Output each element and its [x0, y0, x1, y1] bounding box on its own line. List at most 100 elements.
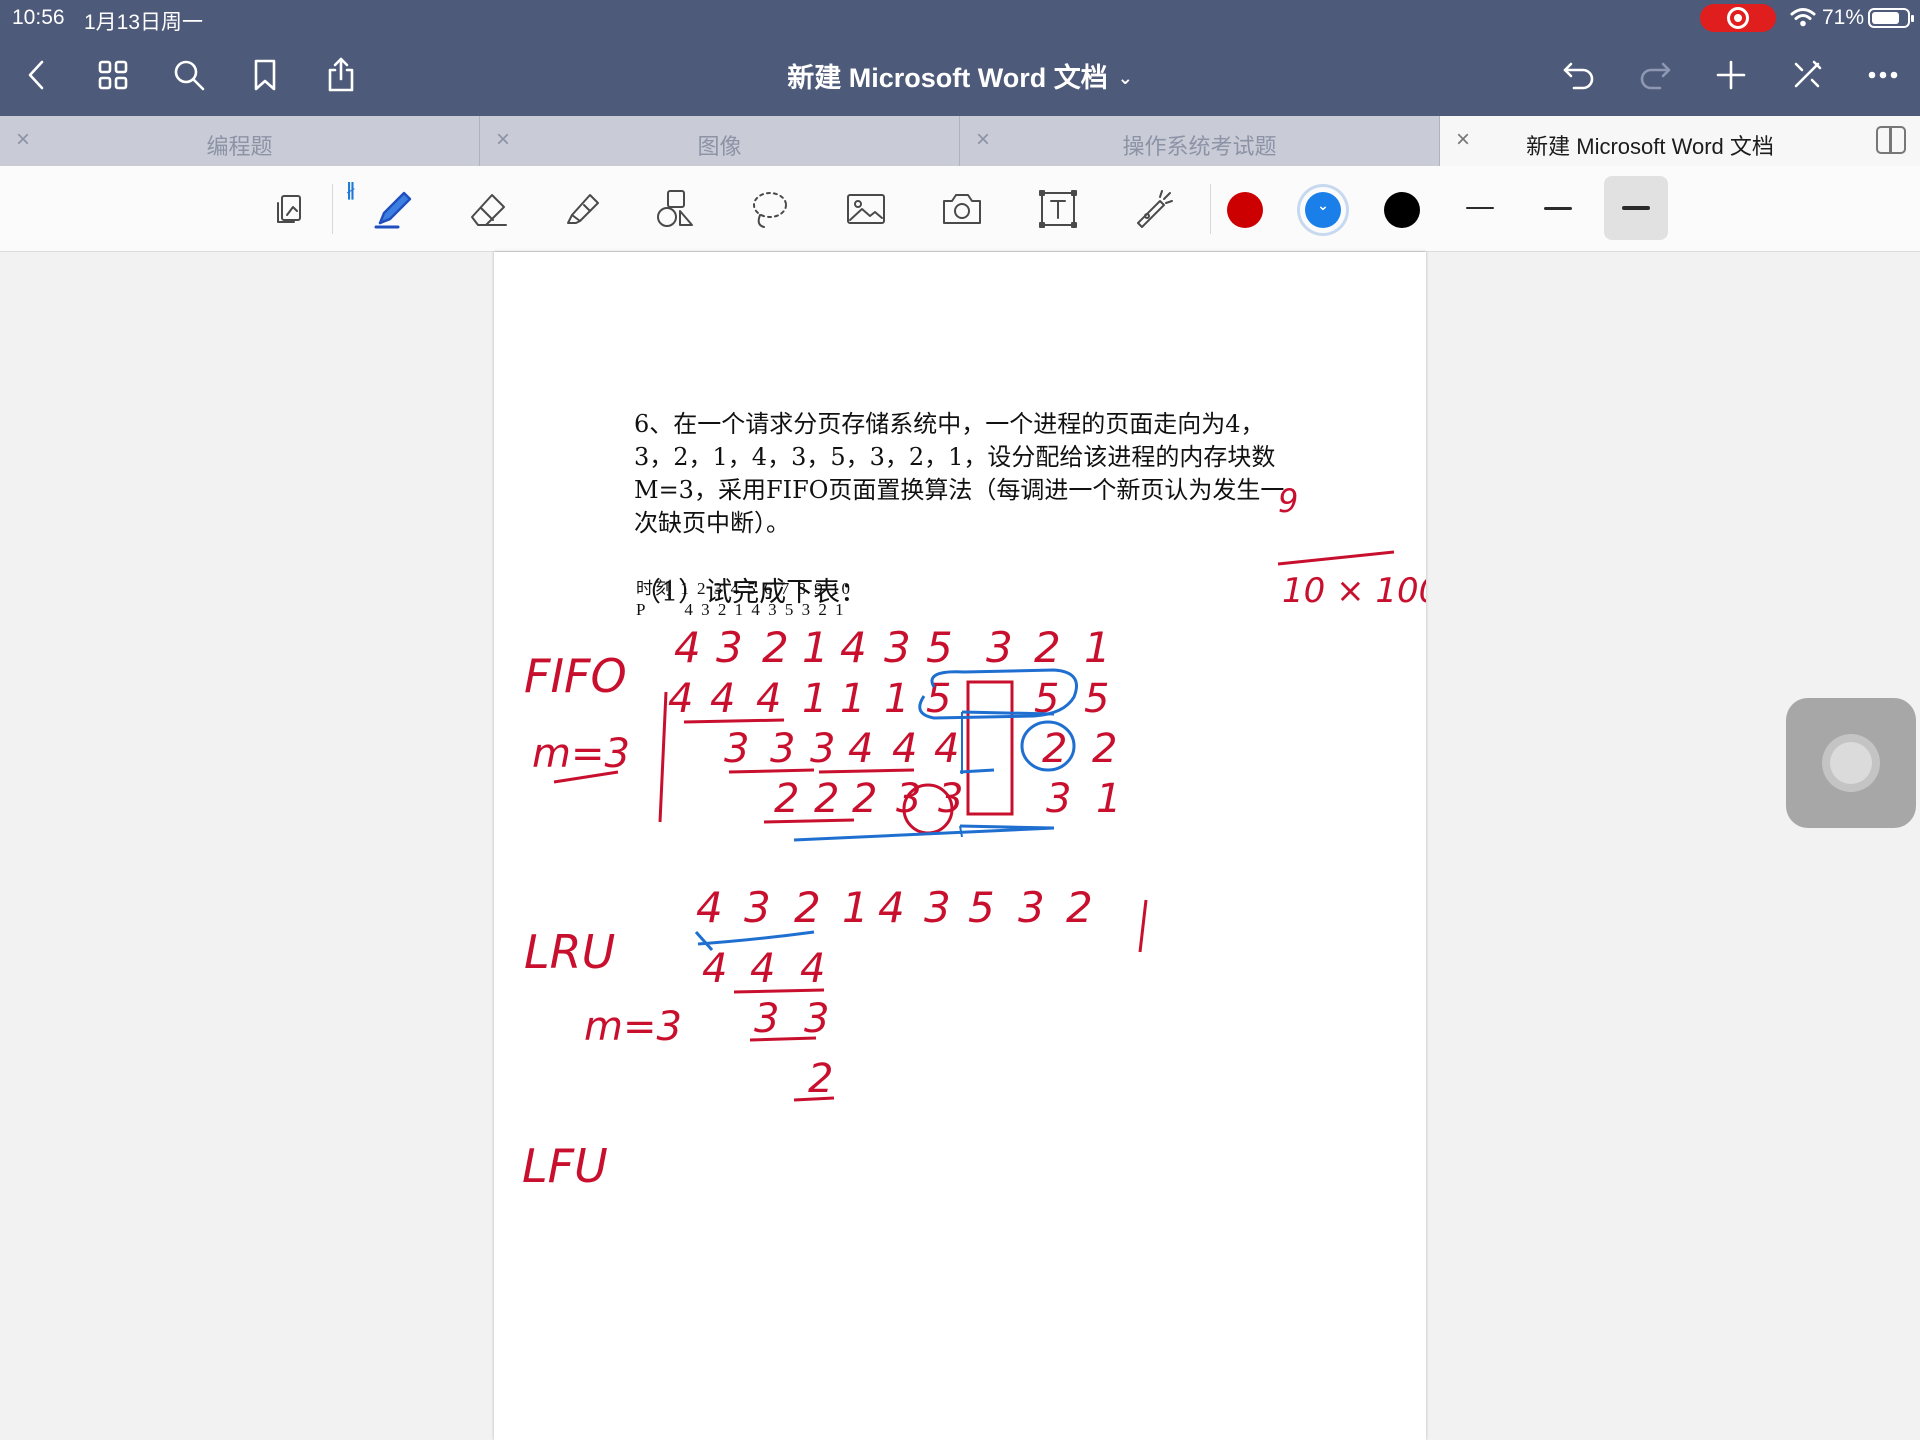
- ink-sequence-digit: 3: [986, 623, 1013, 672]
- ink-stroke: [1138, 899, 1148, 953]
- app-nav-bar: 新建 Microsoft Word 文档 ⌄: [0, 36, 1920, 116]
- ink-frame-digit: 1: [802, 676, 827, 722]
- ink-frame-digit: 2: [808, 1056, 833, 1102]
- redo-icon[interactable]: [1630, 50, 1680, 100]
- record-icon: [1727, 7, 1749, 29]
- highlighter-icon[interactable]: [552, 180, 612, 238]
- camera-icon[interactable]: [932, 180, 992, 238]
- more-icon[interactable]: [1858, 50, 1908, 100]
- tab-image[interactable]: × 图像: [480, 116, 960, 166]
- document-page[interactable]: 6、在一个请求分页存储系统中，一个进程的页面走向为4，3，2，1，4，3，5，3…: [494, 252, 1426, 1440]
- ink-sequence-digit: 5: [926, 623, 953, 672]
- ink-frame-digit: 5: [926, 676, 951, 722]
- ink-label-m: m=3: [532, 731, 630, 777]
- ink-frame-digit: 4: [848, 726, 873, 772]
- ink-frame-digit: 3: [896, 776, 921, 822]
- ink-frame-digit: 2: [1092, 726, 1117, 772]
- tab-label: 新建 Microsoft Word 文档: [1526, 134, 1774, 159]
- ink-frame-digit: 4: [702, 946, 727, 992]
- ink-sequence-digit: 1: [842, 883, 869, 932]
- text-icon[interactable]: [1028, 180, 1088, 238]
- ink-frame-digit: 2: [774, 776, 799, 822]
- tab-label: 编程题: [206, 134, 273, 159]
- tab-programming[interactable]: × 编程题: [0, 116, 480, 166]
- ink-blue-line: [793, 826, 1055, 842]
- ink-frame-digit: 4: [750, 946, 775, 992]
- read-mode-icon[interactable]: [262, 180, 322, 238]
- close-toolbar-icon[interactable]: [1782, 50, 1832, 100]
- tab-label: 图像: [697, 134, 742, 159]
- ink-box: [966, 680, 1014, 816]
- ink-label-fifo: FIFO: [524, 649, 627, 703]
- ink-underline: [818, 768, 915, 774]
- ink-frame-digit: 1: [884, 676, 909, 722]
- ink-frame-digit: 5: [1084, 676, 1109, 722]
- stroke-width-thick[interactable]: [1604, 176, 1668, 240]
- ink-frame-digit: 1: [840, 676, 865, 722]
- ink-blue-line: [697, 930, 815, 946]
- ink-sequence-digit: 3: [716, 623, 743, 672]
- toolbar-divider: [332, 184, 333, 234]
- ink-blue-line: [959, 768, 995, 774]
- ink-fraction-bar: [1277, 550, 1395, 566]
- tab-word-document[interactable]: × 新建 Microsoft Word 文档: [1440, 116, 1920, 166]
- ink-label-lfu: LFU: [522, 1139, 608, 1193]
- tab-os-exam[interactable]: × 操作系统考试题: [960, 116, 1440, 166]
- ink-frame-digit: 1: [1096, 776, 1121, 822]
- ink-frame-digit: 3: [804, 996, 829, 1042]
- annotation-toolbar: ∦ ⌄: [0, 166, 1920, 252]
- assistive-touch-button[interactable]: [1786, 698, 1916, 828]
- image-icon[interactable]: [836, 180, 896, 238]
- chevron-down-icon: ⌄: [1117, 68, 1133, 88]
- ink-label-lru: LRU: [524, 925, 615, 979]
- ink-frame-digit: 4: [668, 676, 693, 722]
- screen-recording-indicator[interactable]: [1700, 4, 1776, 32]
- ink-sequence-digit: 3: [884, 623, 911, 672]
- pen-icon[interactable]: [364, 180, 424, 238]
- battery-percent: 71%: [1822, 6, 1865, 29]
- tab-label: 操作系统考试题: [1122, 134, 1277, 159]
- ink-underline: [749, 1036, 817, 1042]
- ink-lru-sequence: 432143532: [696, 883, 1093, 932]
- document-tabs: × 编程题 × 图像 × 操作系统考试题 × 新建 Microsoft Word…: [0, 116, 1920, 166]
- ink-sequence-digit: 4: [696, 883, 723, 932]
- assistive-touch-dot: [1830, 742, 1872, 784]
- document-title: 新建 Microsoft Word 文档: [787, 63, 1108, 93]
- color-swatch-red[interactable]: [1227, 192, 1263, 228]
- color-swatch-blue[interactable]: ⌄: [1305, 192, 1341, 228]
- ink-sequence-digit: 1: [802, 623, 829, 672]
- wifi-icon: [1790, 8, 1816, 27]
- ink-blue-line: [961, 710, 1055, 716]
- chevron-down-icon: ⌄: [1317, 197, 1329, 213]
- ink-frame-digit: 4: [800, 946, 825, 992]
- color-swatch-black[interactable]: [1384, 192, 1420, 228]
- ink-underline: [793, 1096, 835, 1102]
- stroke-width-thin[interactable]: [1448, 176, 1512, 240]
- ink-sequence-digit: 2: [1066, 883, 1093, 932]
- ink-frame-digit: 2: [852, 776, 877, 822]
- ink-sequence-digit: 4: [840, 623, 867, 672]
- ink-sequence-digit: 2: [1034, 623, 1061, 672]
- ink-sequence-digit: 5: [968, 883, 995, 932]
- split-view-icon[interactable]: [1876, 126, 1906, 154]
- status-date: 1月13日周一: [84, 11, 204, 34]
- undo-icon[interactable]: [1554, 50, 1604, 100]
- add-icon[interactable]: [1706, 50, 1756, 100]
- ink-fifo-frames: 4 4 4 1 1 1 5 5 53 3 3 4 4 4 2 22 2 2 3 3 3 1: [668, 676, 1121, 822]
- bluetooth-icon: ∦: [346, 180, 355, 200]
- ink-underline: [763, 818, 855, 824]
- lasso-icon[interactable]: [740, 180, 800, 238]
- ink-lru-frames: 4 4 43 32: [702, 946, 833, 1102]
- ink-sequence-digit: 4: [878, 883, 905, 932]
- ink-divider: [658, 691, 668, 823]
- eraser-icon[interactable]: [458, 180, 518, 238]
- ink-sequence-digit: 4: [674, 623, 701, 672]
- laser-pointer-icon[interactable]: [1124, 180, 1184, 238]
- ink-sequence-digit: 3: [924, 883, 951, 932]
- battery-fill: [1872, 12, 1899, 24]
- ink-label-m: m=3: [584, 1004, 682, 1050]
- ink-underline: [728, 768, 815, 774]
- shapes-icon[interactable]: [646, 180, 706, 238]
- ink-frame-digit: 3: [724, 726, 749, 772]
- stroke-width-medium[interactable]: [1526, 176, 1590, 240]
